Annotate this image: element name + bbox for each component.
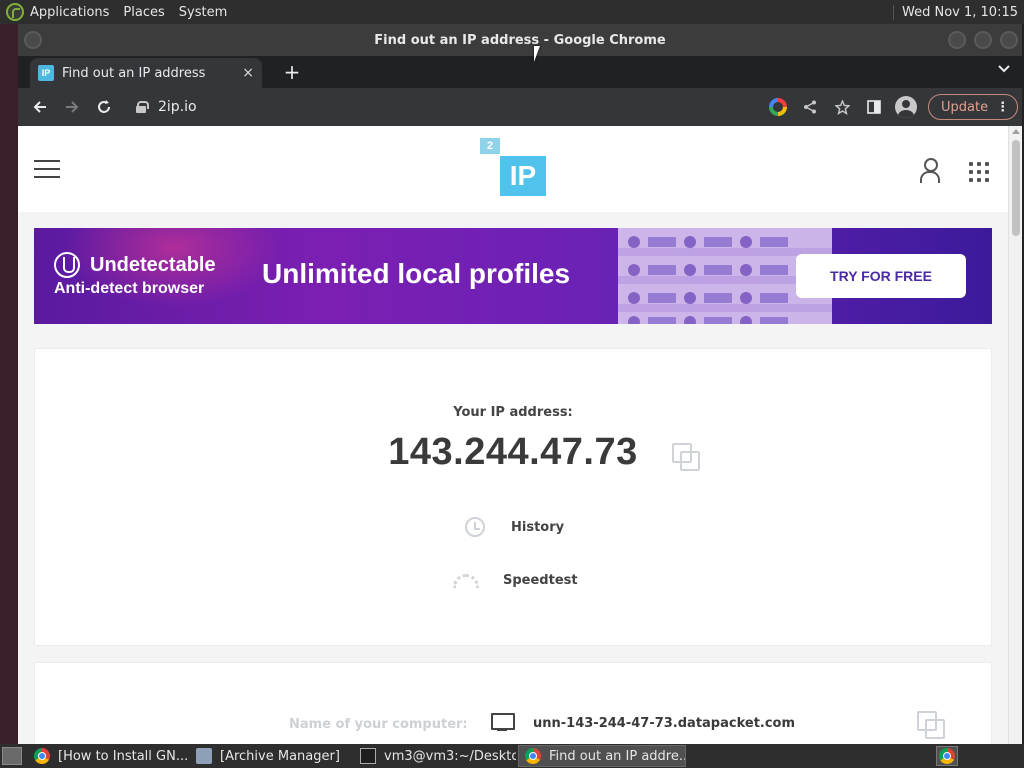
menu-system[interactable]: System: [179, 5, 227, 20]
logo-small-mark: 2: [480, 138, 500, 154]
apps-grid-icon[interactable]: [969, 162, 989, 182]
maximize-icon[interactable]: [974, 31, 992, 49]
banner-brand-name: Undetectable: [90, 253, 216, 276]
panel-clock[interactable]: Wed Nov 1, 10:15: [893, 4, 1024, 20]
profile-icon: [895, 96, 917, 118]
back-icon: [33, 101, 46, 113]
page-viewport: 2 IP Undetectable Anti-detect browser Un…: [18, 126, 1022, 744]
minimize-icon[interactable]: [948, 31, 966, 49]
taskbar-label: vm3@vm3:~/Desktop: [384, 748, 516, 764]
share-icon: [804, 100, 816, 114]
chrome-icon: [525, 748, 541, 764]
site-header: 2 IP: [18, 126, 1008, 212]
history-icon: [465, 517, 485, 537]
bookmark-button[interactable]: [826, 91, 858, 123]
copy-hostname-icon[interactable]: [917, 711, 945, 739]
window-menu-icon[interactable]: [24, 31, 42, 49]
update-label: Update: [941, 99, 989, 115]
tray-chrome-launcher[interactable]: [936, 746, 958, 766]
bottom-taskbar: [How to Install GN... [Archive Manager] …: [0, 744, 1024, 768]
mouse-cursor-icon: [534, 46, 546, 62]
taskbar-item-howto[interactable]: [How to Install GN...: [28, 745, 188, 767]
share-button[interactable]: [794, 91, 826, 123]
google-icon: [769, 98, 787, 116]
browser-toolbar: 2ip.io Update ⋮: [18, 88, 1022, 126]
menu-applications[interactable]: Applications: [30, 5, 109, 20]
speedtest-link[interactable]: Speedtest: [453, 573, 578, 588]
logo-ip-mark: IP: [500, 156, 546, 196]
scroll-up-icon[interactable]: [1012, 129, 1020, 134]
tab-title: Find out an IP address: [62, 65, 206, 81]
ip-label: Your IP address:: [453, 405, 573, 420]
address-bar[interactable]: 2ip.io: [126, 93, 762, 121]
taskbar-item-terminal[interactable]: vm3@vm3:~/Desktop: [354, 745, 516, 767]
scrollbar-thumb[interactable]: [1012, 140, 1020, 236]
connection-info-card: Name of your computer: unn-143-244-47-73…: [34, 662, 992, 744]
window-titlebar[interactable]: Find out an IP address - Google Chrome: [18, 24, 1022, 56]
update-button[interactable]: Update ⋮: [928, 94, 1019, 120]
copy-ip-icon[interactable]: [672, 443, 700, 471]
computer-name-value: unn-143-244-47-73.datapacket.com: [533, 716, 796, 731]
chrome-window: Find out an IP address - Google Chrome I…: [18, 24, 1022, 744]
history-link[interactable]: History: [465, 517, 564, 537]
url-text[interactable]: 2ip.io: [158, 99, 197, 115]
tab-favicon-icon: IP: [38, 65, 54, 81]
banner-headline: Unlimited local profiles: [262, 258, 571, 289]
chrome-menu-icon[interactable]: ⋮: [996, 100, 1009, 115]
forward-icon: [66, 101, 79, 113]
profile-button[interactable]: [890, 91, 922, 123]
reload-button[interactable]: [88, 91, 120, 123]
banner-brand: Undetectable Anti-detect browser: [54, 252, 216, 298]
try-for-free-button[interactable]: TRY FOR FREE: [796, 254, 966, 298]
ip-address-value[interactable]: 143.244.47.73: [373, 431, 653, 474]
back-button[interactable]: [24, 91, 56, 123]
computer-name-key: Name of your computer:: [289, 717, 468, 732]
close-window-icon[interactable]: [1000, 31, 1018, 49]
user-account-icon[interactable]: [920, 158, 940, 183]
terminal-icon: [360, 748, 376, 764]
desktop-background: [0, 24, 18, 744]
hamburger-menu-icon[interactable]: [34, 160, 60, 178]
archive-icon: [196, 748, 212, 764]
banner-brand-tagline: Anti-detect browser: [54, 280, 205, 297]
chrome-icon: [34, 748, 50, 764]
tab-search-icon[interactable]: [998, 62, 1010, 76]
reload-icon: [98, 100, 110, 113]
sidepanel-icon: [867, 100, 881, 114]
taskbar-label: [Archive Manager]: [220, 748, 340, 764]
tab-close-icon[interactable]: ×: [242, 65, 254, 81]
lock-icon[interactable]: [136, 101, 149, 113]
chrome-icon: [939, 748, 955, 764]
site-logo[interactable]: 2 IP: [480, 138, 548, 196]
undetectable-logo-icon: [54, 252, 80, 278]
history-label: History: [511, 519, 565, 535]
side-panel-button[interactable]: [858, 91, 890, 123]
taskbar-label: [How to Install GN...: [58, 748, 188, 764]
taskbar-label: Find out an IP addre...: [549, 748, 686, 764]
top-panel: Applications Places System Wed Nov 1, 10…: [0, 0, 1024, 24]
star-icon: [834, 99, 850, 115]
window-title: Find out an IP address - Google Chrome: [374, 32, 666, 48]
new-tab-button[interactable]: +: [280, 60, 304, 84]
forward-button[interactable]: [56, 91, 88, 123]
vertical-scrollbar[interactable]: [1008, 126, 1022, 744]
show-desktop-icon[interactable]: [2, 747, 22, 765]
ip-address-card: Your IP address: 143.244.47.73 History S…: [34, 348, 992, 646]
ad-banner[interactable]: Undetectable Anti-detect browser Unlimit…: [34, 228, 992, 324]
distro-logo-icon[interactable]: [6, 3, 24, 21]
google-lens-button[interactable]: [762, 91, 794, 123]
monitor-icon: [491, 713, 515, 733]
taskbar-item-chrome-active[interactable]: Find out an IP addre...: [518, 745, 686, 767]
tab-strip: IP Find out an IP address × +: [18, 56, 1022, 88]
speedtest-label: Speedtest: [503, 573, 578, 588]
speedtest-icon: [453, 573, 479, 588]
taskbar-item-archive-manager[interactable]: [Archive Manager]: [190, 745, 352, 767]
tab-active[interactable]: IP Find out an IP address ×: [30, 58, 262, 88]
menu-places[interactable]: Places: [123, 5, 164, 20]
